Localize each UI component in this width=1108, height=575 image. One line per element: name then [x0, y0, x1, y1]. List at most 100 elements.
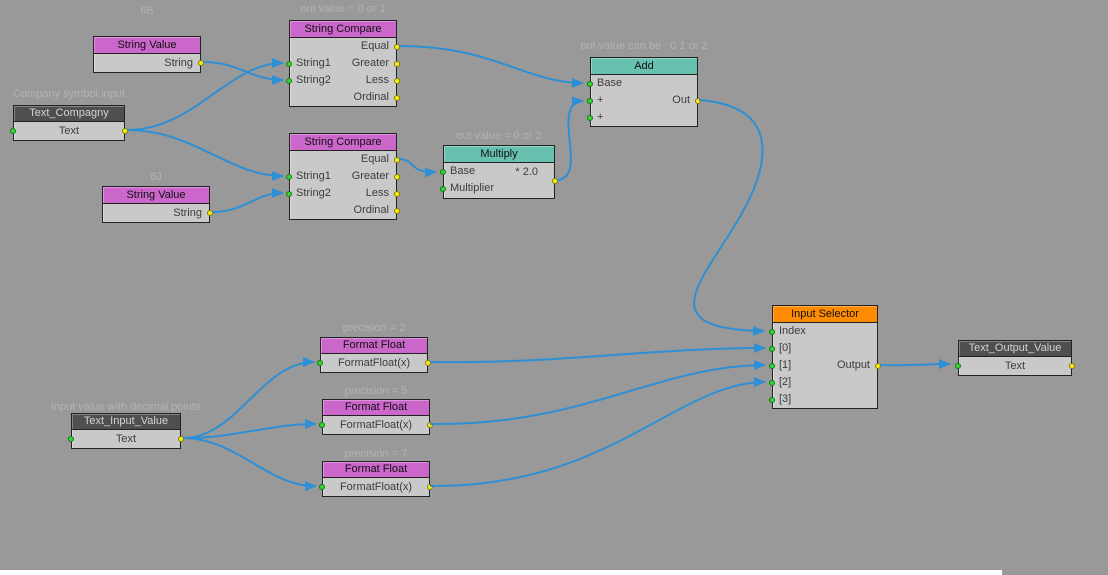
wire-selector-output-to-textoutput[interactable]	[879, 359, 951, 370]
input-port[interactable]	[286, 190, 292, 197]
input-port[interactable]	[769, 345, 775, 352]
port-label-text: Text	[1004, 360, 1026, 372]
node-text-output-value[interactable]: Text_Output_Value Text	[955, 340, 1075, 376]
port-label-less: Less	[365, 187, 389, 199]
port-label-plus2: +	[597, 111, 604, 123]
output-port[interactable]	[394, 207, 400, 214]
input-port[interactable]	[440, 168, 446, 175]
input-port[interactable]	[286, 173, 292, 180]
comment-out-0-or-2: out value = 0 or 2	[456, 130, 542, 142]
output-port[interactable]	[394, 94, 400, 101]
comment-6j: 6J	[150, 171, 162, 183]
input-port[interactable]	[317, 360, 323, 366]
input-port[interactable]	[769, 396, 775, 403]
port-label-string: String	[164, 57, 193, 69]
node-header: String Compare	[290, 134, 396, 151]
input-port[interactable]	[440, 185, 446, 192]
wire-layer	[126, 45, 951, 492]
node-header: String Compare	[290, 21, 396, 38]
window-bottom-edge	[0, 570, 1002, 575]
node-input-selector[interactable]: Input Selector Index [0] [1] Output [2] …	[769, 305, 881, 409]
input-port[interactable]	[587, 80, 593, 87]
node-header: Format Float	[323, 400, 429, 416]
port-label-string2: String2	[296, 74, 331, 86]
input-port[interactable]	[955, 363, 961, 369]
port-label-text: Text	[58, 125, 80, 137]
port-label-base: Base	[450, 165, 476, 177]
comment-precision-2: precision = 2	[342, 322, 406, 334]
node-text-compagny[interactable]: Text_Compagny Text	[10, 105, 128, 141]
input-port[interactable]	[10, 128, 16, 134]
node-format-float-3[interactable]: Format Float FormatFloat(x)	[319, 461, 433, 497]
port-label-ordinal: Ordinal	[353, 91, 389, 103]
input-port[interactable]	[587, 97, 593, 104]
input-port[interactable]	[587, 114, 593, 121]
node-multiply[interactable]: Multiply Base Multiplier * 2.0	[440, 145, 558, 199]
comment-company-symbol: Company symbol input	[13, 88, 125, 100]
node-string-compare-2[interactable]: String Compare Equal String1 Greater Str…	[286, 133, 400, 220]
port-label-equal: Equal	[360, 40, 389, 52]
node-format-float-2[interactable]: Format Float FormatFloat(x)	[319, 399, 433, 435]
comment-precision-7: precision = 7	[344, 448, 408, 460]
output-port[interactable]	[207, 210, 213, 216]
wire-formatfloat2-to-selector-1[interactable]	[429, 360, 766, 426]
node-header: Multiply	[444, 146, 554, 163]
input-port[interactable]	[286, 60, 292, 67]
port-label-index: Index	[779, 325, 806, 337]
node-add[interactable]: Add Base + Out +	[587, 57, 701, 127]
port-label-greater: Greater	[351, 57, 389, 69]
input-port[interactable]	[286, 77, 292, 84]
port-label-out: Out	[672, 94, 690, 106]
node-string-value-1[interactable]: String Value String	[93, 36, 204, 73]
node-header: Format Float	[323, 462, 429, 478]
wire-textinput-to-formatfloat1[interactable]	[182, 357, 315, 439]
node-editor-canvas[interactable]: 6B out value = 0 or 1 Company symbol inp…	[0, 0, 1108, 575]
node-string-value-2[interactable]: String Value String	[102, 186, 213, 223]
multiply-factor-value: * 2.0	[515, 166, 538, 178]
node-string-compare-1[interactable]: String Compare Equal String1 Greater Str…	[286, 20, 400, 107]
input-port[interactable]	[769, 362, 775, 369]
port-label-formatfloat: FormatFloat(x)	[339, 481, 413, 493]
node-header: Add	[591, 58, 697, 75]
wire-add-out-to-selector-index[interactable]	[693, 99, 765, 336]
node-header: Text_Compagny	[14, 106, 124, 122]
port-label-less: Less	[365, 74, 389, 86]
port-label-formatfloat: FormatFloat(x)	[339, 419, 413, 431]
input-port[interactable]	[68, 436, 74, 442]
comment-out-0-or-1: out value = 0 or 1	[300, 3, 386, 15]
wire-formatfloat1-to-selector-0[interactable]	[429, 343, 766, 364]
node-header: Text_Output_Value	[959, 341, 1071, 357]
port-label-equal: Equal	[360, 153, 389, 165]
wire-sc2-equal-to-multiply-base[interactable]	[398, 158, 437, 178]
port-label-string1: String1	[296, 170, 331, 182]
output-port[interactable]	[394, 60, 400, 67]
input-port[interactable]	[769, 328, 775, 335]
wire-textcompagny-to-sc1-string1[interactable]	[126, 58, 284, 131]
port-label-0: [0]	[779, 342, 792, 354]
output-port[interactable]	[1069, 363, 1075, 369]
output-port[interactable]	[394, 173, 400, 180]
comment-input-decimal: input value with decimal points	[51, 401, 201, 413]
wire-stringvalue2-to-sc2-string2[interactable]	[211, 188, 284, 213]
output-port[interactable]	[394, 77, 400, 84]
wire-textcompagny-to-sc2-string1[interactable]	[126, 129, 284, 181]
comment-precision-5: precision = 5	[344, 385, 408, 397]
wire-textinput-to-formatfloat2[interactable]	[182, 419, 317, 439]
wire-sc1-equal-to-add-base[interactable]	[398, 45, 584, 88]
wire-textinput-to-formatfloat3[interactable]	[182, 437, 317, 492]
port-label-1: [1]	[779, 359, 792, 371]
comment-6b: 6B	[140, 5, 154, 17]
node-text-input-value[interactable]: Text_Input_Value Text	[68, 413, 184, 449]
node-header: Format Float	[321, 338, 427, 354]
input-port[interactable]	[319, 422, 325, 428]
wire-formatfloat3-to-selector-2[interactable]	[429, 377, 766, 488]
node-header: String Value	[103, 187, 209, 204]
port-label-base: Base	[597, 77, 623, 89]
wire-multiply-out-to-add-plus[interactable]	[556, 96, 584, 181]
port-label-multiplier: Multiplier	[450, 182, 495, 194]
output-port[interactable]	[394, 190, 400, 197]
input-port[interactable]	[319, 484, 325, 490]
input-port[interactable]	[769, 379, 775, 386]
node-format-float-1[interactable]: Format Float FormatFloat(x)	[317, 337, 431, 373]
port-label-string1: String1	[296, 57, 331, 69]
